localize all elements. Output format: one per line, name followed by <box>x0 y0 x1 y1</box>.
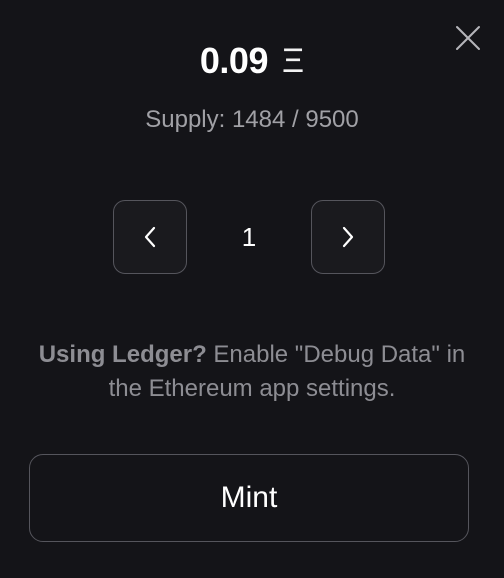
ledger-notice: Using Ledger? Enable "Debug Data" in the… <box>20 338 484 406</box>
ledger-notice-title: Using Ledger? <box>38 341 207 368</box>
eth-currency-icon: Ξ <box>281 41 305 80</box>
chevron-right-icon <box>342 226 354 248</box>
chevron-left-icon <box>144 226 156 248</box>
mint-button[interactable]: Mint <box>29 454 469 542</box>
quantity-value: 1 <box>241 221 257 252</box>
mint-modal: 0.09 Ξ Supply: 1484 / 9500 1 Using Ledge… <box>0 0 504 578</box>
increment-button[interactable] <box>311 200 385 274</box>
decrement-button[interactable] <box>113 200 187 274</box>
mint-price: 0.09 <box>199 40 269 81</box>
quantity-stepper: 1 <box>113 199 385 275</box>
price-row: 0.09 Ξ <box>0 40 504 82</box>
supply-counter: Supply: 1484 / 9500 <box>145 106 359 133</box>
